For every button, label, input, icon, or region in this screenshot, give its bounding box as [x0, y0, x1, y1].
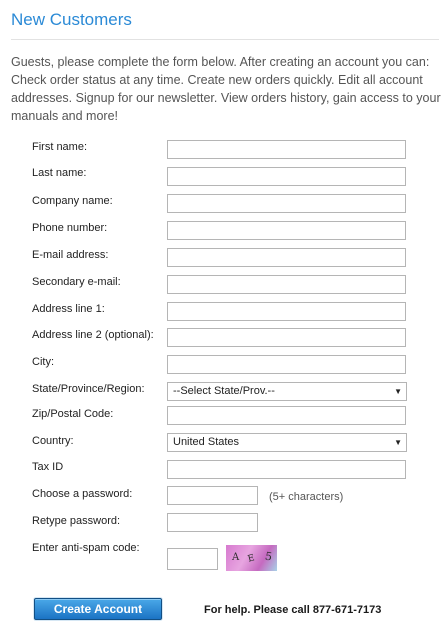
phone-number-label: Phone number: — [32, 222, 108, 234]
first-name-input[interactable] — [167, 140, 406, 159]
address-line-1-label: Address line 1: — [32, 303, 105, 315]
state-label: State/Province/Region: — [32, 383, 145, 395]
tax-id-input[interactable] — [167, 460, 406, 479]
city-label: City: — [32, 356, 54, 368]
email-input[interactable] — [167, 248, 406, 267]
anti-spam-input[interactable] — [167, 548, 218, 570]
last-name-input[interactable] — [167, 167, 406, 186]
retype-password-input[interactable] — [167, 513, 258, 532]
page-title: New Customers — [11, 10, 132, 29]
last-name-label: Last name: — [32, 167, 87, 179]
first-name-label: First name: — [32, 141, 88, 153]
intro-text: Guests, please complete the form below. … — [11, 55, 441, 123]
country-label: Country: — [32, 435, 74, 447]
triangle-down-icon: ▼ — [394, 438, 402, 447]
captcha-image: A E 5 — [226, 545, 277, 571]
password-hint: (5+ characters) — [269, 491, 344, 503]
zip-input[interactable] — [167, 406, 406, 425]
company-name-label: Company name: — [32, 195, 113, 207]
country-select-value: United States — [173, 436, 240, 448]
city-input[interactable] — [167, 355, 406, 374]
secondary-email-label: Secondary e-mail: — [32, 276, 121, 288]
secondary-email-input[interactable] — [167, 275, 406, 294]
anti-spam-label: Enter anti-spam code: — [32, 542, 140, 554]
help-text: For help. Please call 877-671-7173 — [204, 604, 382, 616]
email-label: E-mail address: — [32, 249, 109, 261]
retype-password-label: Retype password: — [32, 515, 121, 527]
country-select[interactable]: United States ▼ — [167, 433, 407, 452]
phone-number-input[interactable] — [167, 221, 406, 240]
state-select-value: --Select State/Prov.-- — [173, 385, 275, 397]
password-input[interactable] — [167, 486, 258, 505]
state-select[interactable]: --Select State/Prov.-- ▼ — [167, 382, 407, 401]
zip-label: Zip/Postal Code: — [32, 408, 114, 420]
address-line-2-label: Address line 2 (optional): — [32, 329, 154, 341]
password-label: Choose a password: — [32, 488, 133, 500]
triangle-down-icon: ▼ — [394, 387, 402, 396]
title-divider — [11, 39, 439, 40]
create-account-button[interactable]: Create Account — [34, 598, 162, 620]
tax-id-label: Tax ID — [32, 461, 64, 473]
company-name-input[interactable] — [167, 194, 406, 213]
address-line-1-input[interactable] — [167, 302, 406, 321]
address-line-2-input[interactable] — [167, 328, 406, 347]
